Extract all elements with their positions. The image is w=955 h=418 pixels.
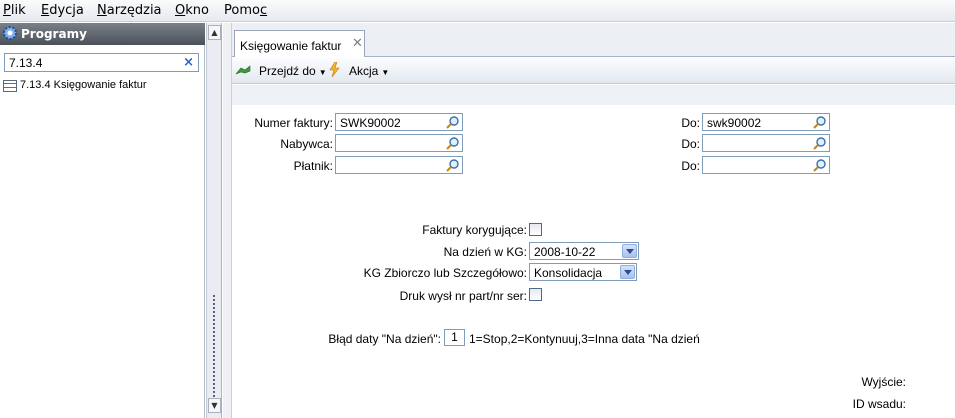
splitter-grip[interactable] [213,295,215,415]
correcting-invoices-label: Faktury korygujące: [422,223,527,237]
close-tab-icon[interactable]: ✕ [352,36,363,51]
date-error-hint: 1=Stop,2=Kontynuuj,3=Inna data "Na dzień [469,332,700,346]
chevron-down-icon[interactable] [622,244,637,258]
as-of-date-select[interactable]: 2008-10-22 [529,242,639,260]
program-list-icon [3,80,17,92]
gl-mode-select[interactable]: Konsolidacja [529,263,637,281]
buyer-label: Nabywca: [280,137,333,151]
programs-panel: Programy × 7.13.4 Księgowanie faktur [0,23,205,418]
programs-panel-title: Programy [21,27,87,41]
lookup-magnifier-icon[interactable] [446,115,460,129]
tab-strip: Księgowanie faktur ✕ [232,23,955,57]
lookup-magnifier-icon[interactable] [813,136,827,150]
batch-id-label: ID wsadu: [852,397,906,411]
goto-menu-button[interactable]: Przejdź do ▼ [259,64,327,78]
buyer-to-field[interactable] [702,134,830,152]
lookup-magnifier-icon[interactable] [813,158,827,172]
exit-label: Wyjście: [861,375,906,389]
menu-edycja[interactable]: Edycja [41,3,84,18]
print-serial-checkbox[interactable] [529,288,542,301]
scroll-up-arrow-icon[interactable]: ▲ [208,25,221,40]
payer-to-label: Do: [681,159,700,173]
program-search-input[interactable] [5,54,180,71]
date-error-label: Błąd daty "Na dzień": [328,332,441,346]
gl-mode-label: KG Zbiorczo lub Szczegółowo: [363,266,527,280]
payer-label: Płatnik: [293,159,333,173]
program-search-field[interactable]: × [4,53,199,72]
toolbar: Przejdź do ▼ Akcja ▼ [232,58,955,84]
menu-plik[interactable]: Plik [3,3,26,18]
menu-pomoc[interactable]: Pomoc [224,3,267,18]
payer-from-field[interactable] [335,156,463,174]
buyer-from-field[interactable] [335,134,463,152]
action-bolt-icon [329,62,340,77]
clear-search-icon[interactable]: × [183,55,194,70]
tab-label: Księgowanie faktur [240,39,342,53]
invoice-number-to-label: Do: [681,116,700,130]
correcting-invoices-checkbox[interactable] [529,223,542,236]
go-to-arrow-icon [235,65,251,75]
lookup-magnifier-icon[interactable] [446,158,460,172]
payer-to-field[interactable] [702,156,830,174]
lookup-magnifier-icon[interactable] [813,115,827,129]
invoice-number-from-field[interactable]: SWK90002 [335,113,463,131]
scroll-down-arrow-icon[interactable]: ▼ [208,398,221,413]
programs-panel-header: Programy [0,23,205,45]
panel-splitter[interactable]: ▲ ▼ [206,23,222,418]
chevron-down-icon[interactable] [620,265,635,279]
invoice-number-label: Numer faktury: [254,116,333,130]
menu-bar: Plik Edycja Narzędzia Okno Pomoc [0,0,955,22]
collapse-bar[interactable] [223,23,232,418]
program-tree-item[interactable]: 7.13.4 Księgowanie faktur [2,79,202,95]
date-error-input[interactable]: 1 [444,329,465,346]
buyer-to-label: Do: [681,137,700,151]
action-menu-button[interactable]: Akcja ▼ [349,64,389,78]
program-tree-item-label: 7.13.4 Księgowanie faktur [20,79,147,91]
tab-ksiegowanie-faktur[interactable]: Księgowanie faktur ✕ [234,30,365,57]
gear-icon [3,26,17,40]
print-serial-label: Druk wysł nr part/nr ser: [399,289,527,303]
menu-okno[interactable]: Okno [175,3,209,18]
menu-narzedzia[interactable]: Narzędzia [97,3,162,18]
as-of-date-label: Na dzień w KG: [443,245,527,259]
invoice-number-to-field[interactable]: swk90002 [702,113,830,131]
lookup-magnifier-icon[interactable] [446,136,460,150]
toolbar-spacer [232,85,955,105]
